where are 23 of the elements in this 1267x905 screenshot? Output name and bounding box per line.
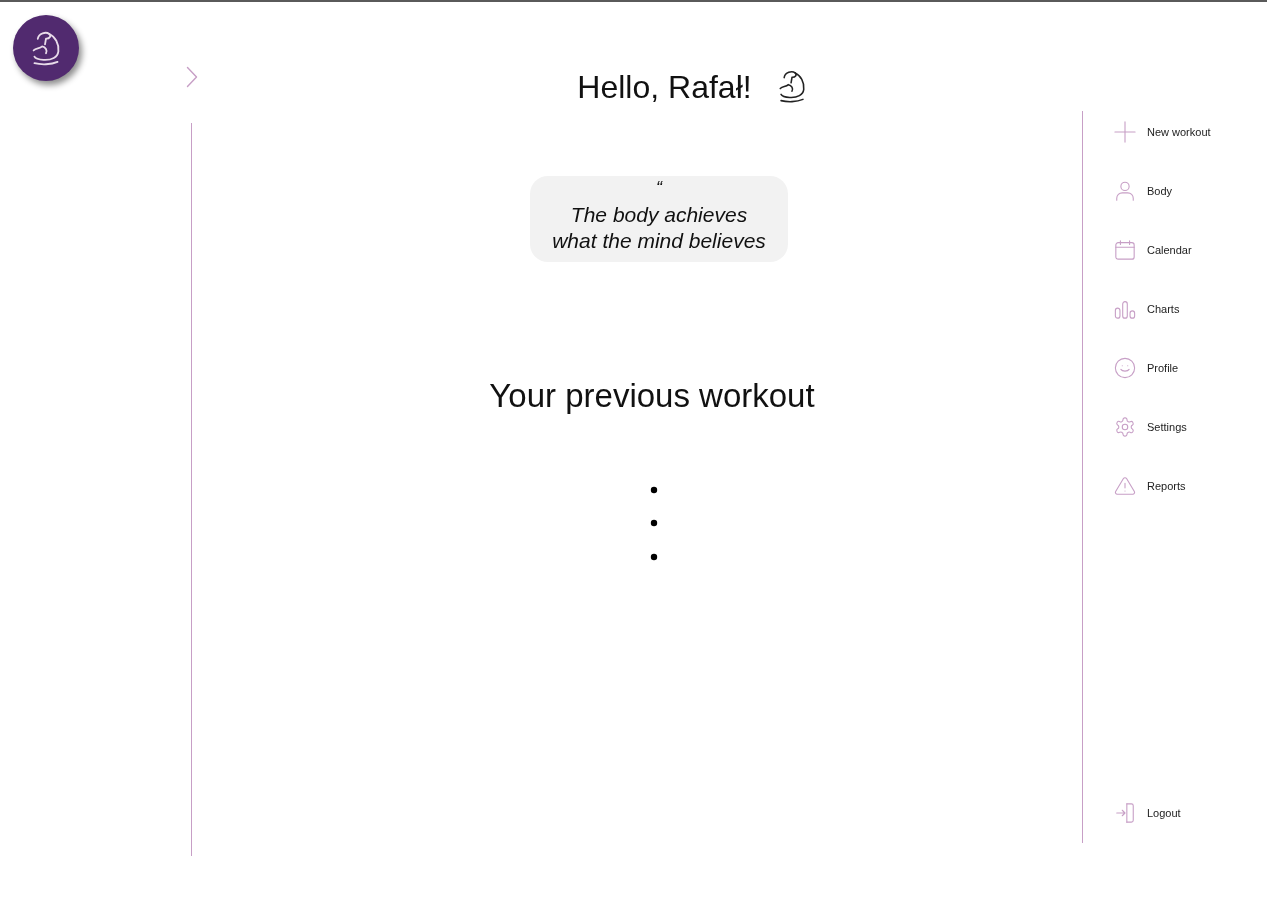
nav-item[interactable]: Reports — [1114, 465, 1186, 507]
nav-item[interactable]: New workout — [1114, 111, 1211, 153]
bar-chart-icon — [1114, 298, 1136, 320]
logout-item[interactable]: Logout — [1114, 792, 1181, 834]
nav-item[interactable]: Calendar — [1114, 229, 1192, 271]
quote-mark: “ — [656, 178, 662, 198]
greeting-heading: Hello, Rafał! — [577, 68, 752, 106]
nav-item[interactable]: Profile — [1114, 347, 1179, 389]
nav-item[interactable]: Settings — [1114, 406, 1187, 448]
warning-icon — [1114, 475, 1136, 497]
flexed-arm-logo — [13, 15, 79, 81]
plus-icon — [1114, 121, 1136, 143]
nav-item[interactable]: Charts — [1114, 288, 1180, 330]
person-icon — [1114, 180, 1136, 202]
calendar-icon — [1114, 239, 1136, 261]
chevron-right-icon[interactable] — [186, 66, 198, 88]
vertical-dots-icon — [650, 486, 658, 561]
smiley-icon — [1114, 357, 1136, 379]
quote-text: The body achieves what the mind believes — [552, 202, 766, 254]
logout-icon — [1114, 802, 1136, 824]
gear-icon — [1114, 416, 1136, 438]
nav-item[interactable]: Body — [1114, 170, 1173, 212]
section-heading: Your previous workout — [489, 376, 815, 416]
